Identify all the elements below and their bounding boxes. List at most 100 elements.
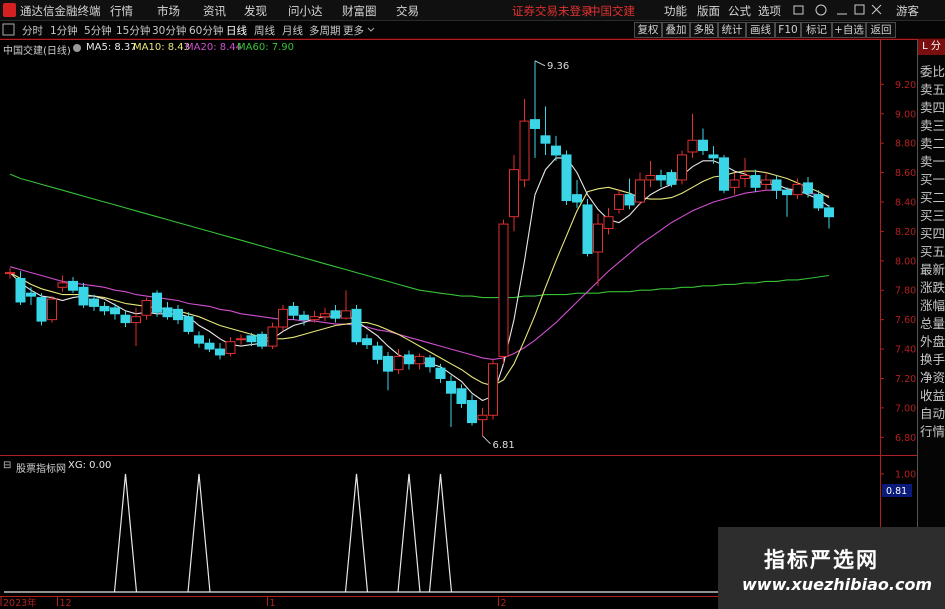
candle-body[interactable] (278, 308, 288, 328)
candle-body[interactable] (750, 175, 761, 188)
candle-body[interactable] (5, 272, 15, 275)
candle-body[interactable] (561, 154, 572, 202)
sidebar-item-volume[interactable]: 总量 (920, 313, 945, 331)
candle-body[interactable] (110, 307, 120, 315)
sidebar-item-change-pct[interactable]: 涨幅 (920, 295, 945, 313)
sidebar-tag[interactable]: L 分 (918, 39, 945, 55)
kline-chart[interactable]: 6.80 7.00 7.20 7.40 7.60 7.80 8.00 8.20 8.40 8.60… (0, 0, 917, 609)
sidebar-item-buy2[interactable]: 买二 (920, 187, 945, 205)
candle-body[interactable] (341, 310, 351, 319)
candle-body[interactable] (141, 300, 152, 316)
candle-body[interactable] (330, 310, 341, 319)
candle-body[interactable] (498, 223, 509, 357)
candle-body[interactable] (603, 216, 614, 229)
candle-body[interactable] (372, 345, 383, 360)
candle-body[interactable] (57, 282, 68, 288)
candle-body[interactable] (488, 363, 498, 416)
candle-body[interactable] (792, 183, 803, 196)
candle-body[interactable] (666, 172, 677, 185)
candle-body[interactable] (47, 298, 57, 321)
candle-body[interactable] (131, 316, 141, 324)
candle-body[interactable] (15, 277, 26, 303)
candle-body[interactable] (299, 314, 309, 321)
sidebar-item-buy4[interactable]: 买四 (920, 223, 945, 241)
candle-body[interactable] (204, 342, 215, 350)
candle-body[interactable] (26, 292, 36, 297)
candle-body[interactable] (257, 333, 267, 347)
candle-body[interactable] (456, 388, 467, 404)
candle-body[interactable] (320, 313, 330, 318)
sidebar-item-latest[interactable]: 最新 (920, 259, 945, 277)
candle-body[interactable] (215, 348, 225, 356)
candle-body[interactable] (698, 139, 708, 152)
candle-body[interactable] (635, 179, 645, 203)
sidebar-item-outer[interactable]: 外盘 (920, 331, 945, 349)
sidebar-item-weibi[interactable]: 委比 (920, 61, 945, 79)
candle-body[interactable] (782, 189, 792, 196)
candle-body[interactable] (89, 298, 99, 307)
candle-body[interactable] (761, 179, 771, 185)
candle-body[interactable] (393, 355, 404, 371)
candle-body[interactable] (267, 326, 278, 347)
candle-body[interactable] (687, 139, 698, 153)
sidebar-item-buy1[interactable]: 买一 (920, 169, 945, 187)
candle-body[interactable] (519, 120, 530, 181)
candle-body[interactable] (99, 305, 110, 312)
candle-body[interactable] (404, 354, 414, 365)
sidebar-item-quotes[interactable]: 行情 (920, 421, 945, 439)
candle-body[interactable] (383, 355, 393, 372)
sidebar-item-change[interactable]: 涨跌 (920, 277, 945, 295)
candle-body[interactable] (645, 175, 656, 181)
sidebar-item-net-assets[interactable]: 净资 (920, 367, 945, 385)
candle-body[interactable] (477, 414, 488, 421)
candle-body[interactable] (183, 316, 194, 332)
sidebar-item-buy5[interactable]: 买五 (920, 241, 945, 259)
candle-body[interactable] (36, 297, 47, 322)
candle-body[interactable] (467, 400, 477, 424)
candle-body[interactable] (425, 357, 435, 368)
candle-body[interactable] (414, 355, 425, 365)
sidebar-item-sell2[interactable]: 卖二 (920, 133, 945, 151)
candle-body[interactable] (824, 207, 834, 218)
candle-body[interactable] (120, 314, 131, 324)
candle-body[interactable] (509, 169, 519, 218)
candle-body[interactable] (771, 179, 782, 191)
candle-body[interactable] (719, 157, 729, 191)
candle-body[interactable] (624, 194, 635, 206)
candle-body[interactable] (194, 335, 204, 344)
candle-body[interactable] (813, 194, 824, 209)
sidebar-item-sell3[interactable]: 卖三 (920, 115, 945, 133)
sidebar-item-sell4[interactable]: 卖四 (920, 97, 945, 115)
sidebar-item-buy3[interactable]: 买三 (920, 205, 945, 223)
candle-body[interactable] (351, 308, 362, 343)
candle-body[interactable] (152, 292, 162, 313)
candle-body[interactable] (246, 335, 257, 343)
candle-body[interactable] (582, 204, 593, 254)
sidebar-item-auto[interactable]: 自动 (920, 403, 945, 421)
candle-body[interactable] (362, 338, 372, 346)
candle-body[interactable] (530, 119, 540, 129)
candle-body[interactable] (740, 175, 750, 179)
candle-body[interactable] (614, 194, 624, 210)
candle-body[interactable] (309, 316, 320, 321)
candle-body[interactable] (729, 179, 740, 188)
candle-body[interactable] (236, 338, 246, 341)
candle-body[interactable] (551, 145, 561, 156)
candle-body[interactable] (446, 380, 456, 394)
candle-body[interactable] (656, 175, 666, 181)
candle-body[interactable] (540, 135, 551, 144)
sidebar-item-turnover[interactable]: 换手 (920, 349, 945, 367)
candle-body[interactable] (677, 154, 687, 181)
sidebar-item-sell1[interactable]: 卖一 (920, 151, 945, 169)
sidebar-item-earnings[interactable]: 收益 (920, 385, 945, 403)
candle-body[interactable] (708, 154, 719, 159)
candle-body[interactable] (803, 182, 813, 194)
candle-body[interactable] (68, 280, 78, 291)
candle-body[interactable] (593, 223, 603, 253)
sidebar-item-sell5[interactable]: 卖五 (920, 79, 945, 97)
candle-body[interactable] (78, 286, 89, 306)
candle-body[interactable] (435, 367, 446, 379)
candle-body[interactable] (173, 308, 183, 321)
candle-body[interactable] (162, 307, 173, 318)
candle-body[interactable] (288, 305, 299, 316)
